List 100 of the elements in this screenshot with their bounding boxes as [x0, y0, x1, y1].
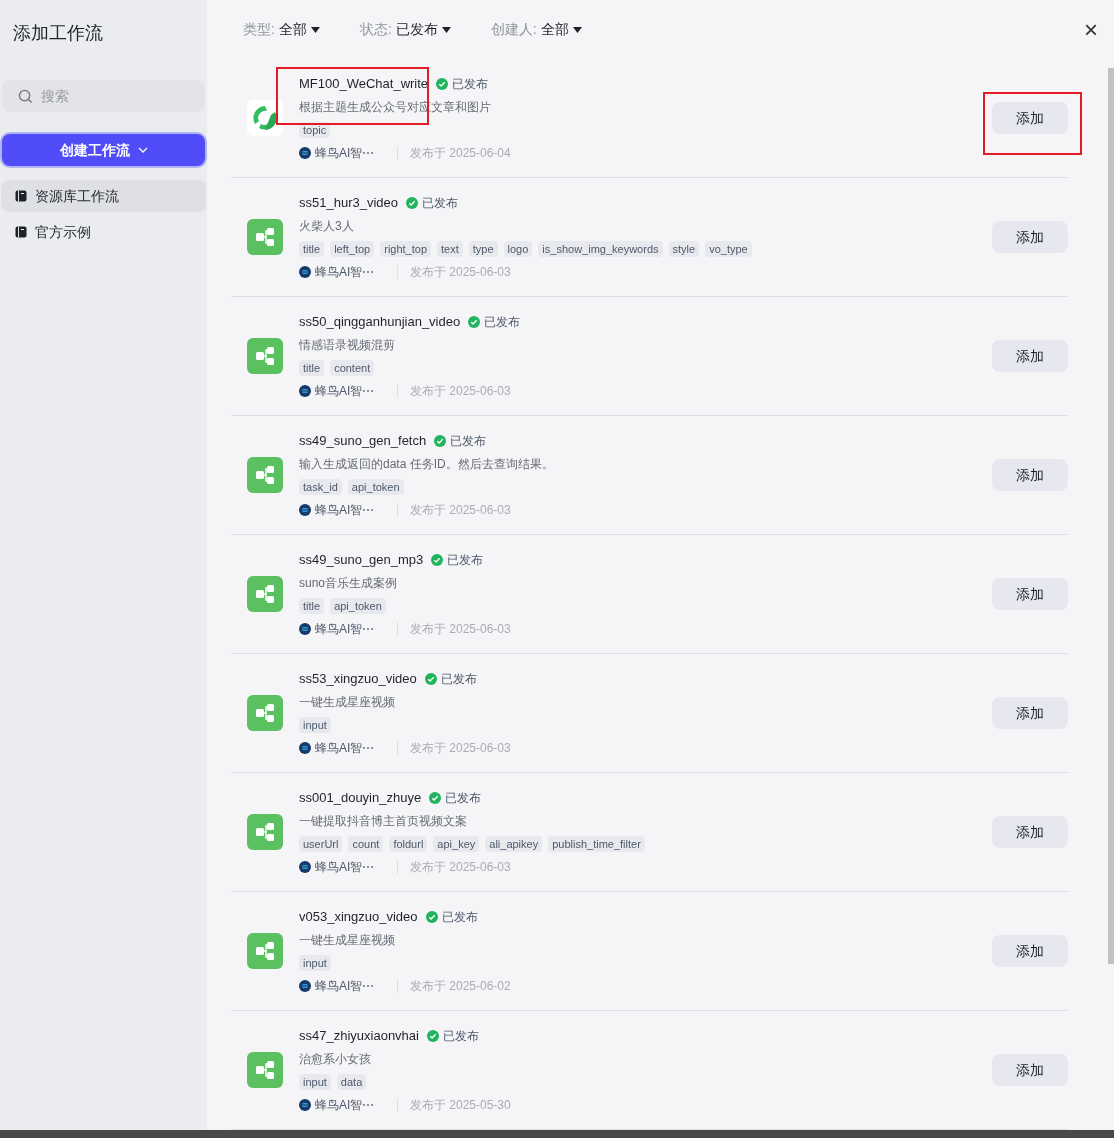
author-avatar-icon — [299, 742, 311, 754]
parameter-tag: logo — [503, 241, 533, 257]
check-circle-icon — [424, 673, 437, 685]
workflow-icon — [247, 1052, 283, 1088]
add-button[interactable]: 添加 — [992, 102, 1068, 134]
add-button[interactable]: 添加 — [992, 578, 1068, 610]
parameter-tag: left_top — [330, 241, 375, 257]
add-button[interactable]: 添加 — [992, 697, 1068, 729]
parameter-tag: api_token — [347, 479, 404, 495]
author-name: 蜂鸟AI智⋯ — [315, 978, 376, 995]
workflow-description: suno音乐生成案例 — [299, 575, 399, 592]
workflow-icon — [247, 814, 283, 850]
author-name: 蜂鸟AI智⋯ — [315, 859, 376, 876]
check-circle-icon — [468, 316, 481, 328]
parameter-tag: content — [330, 360, 375, 376]
swirl-logo-icon — [247, 100, 283, 136]
publish-date: 发布于 2025-06-04 — [410, 145, 511, 162]
add-button[interactable]: 添加 — [992, 1054, 1068, 1086]
add-button[interactable]: 添加 — [992, 459, 1068, 491]
workflow-name: ss49_suno_gen_fetch — [299, 432, 427, 450]
parameter-tag: vo_type — [705, 241, 752, 257]
parameter-tag: data — [336, 1074, 367, 1090]
check-circle-icon — [406, 197, 419, 209]
check-circle-icon — [429, 792, 442, 804]
author-avatar-icon — [299, 861, 311, 873]
workflow-icon — [247, 219, 283, 255]
parameter-tag: title — [299, 598, 325, 614]
panel-title: 添加工作流 — [12, 22, 104, 45]
book-icon — [15, 226, 27, 238]
workflow-description: 情感语录视频混剪 — [299, 337, 396, 354]
parameter-tag: style — [668, 241, 700, 257]
sidebar-item[interactable]: 官方示例 — [1, 216, 206, 248]
add-button[interactable]: 添加 — [992, 221, 1068, 253]
author-avatar-icon — [299, 266, 311, 278]
author-name: 蜂鸟AI智⋯ — [315, 145, 376, 162]
book-icon — [15, 190, 27, 202]
parameter-tag: task_id — [299, 479, 342, 495]
publish-date: 发布于 2025-06-02 — [410, 978, 511, 995]
parameter-tag: api_key — [433, 836, 480, 852]
filter-dropdown[interactable]: 状态: 已发布 — [359, 19, 451, 40]
status-label: 已发布 — [484, 314, 521, 331]
workflow-name: ss53_xingzuo_video — [299, 670, 417, 688]
publish-date: 发布于 2025-06-03 — [410, 264, 511, 281]
sidebar-item[interactable]: 资源库工作流 — [1, 180, 206, 212]
workflow-icon — [247, 457, 283, 493]
workflow-icon — [247, 338, 283, 374]
parameter-tag: ali_apikey — [485, 836, 543, 852]
status-label: 已发布 — [422, 195, 459, 212]
status-label: 已发布 — [452, 76, 489, 93]
author-avatar-icon — [299, 1099, 311, 1111]
parameter-tag: type — [468, 241, 498, 257]
filter-dropdown[interactable]: 类型: 全部 — [243, 19, 320, 40]
add-button[interactable]: 添加 — [992, 816, 1068, 848]
add-button[interactable]: 添加 — [992, 340, 1068, 372]
workflow-description: 一键提取抖音博主首页视频文案 — [299, 813, 468, 830]
author-name: 蜂鸟AI智⋯ — [315, 740, 376, 757]
workflow-name: ss47_zhiyuxiaonvhai — [299, 1027, 419, 1045]
parameter-tag: input — [299, 717, 331, 733]
publish-date: 发布于 2025-06-03 — [410, 740, 511, 757]
workflow-icon — [247, 933, 283, 969]
search-input[interactable]: 搜索 — [41, 85, 161, 107]
check-circle-icon — [434, 435, 447, 447]
parameter-tag: is_show_img_keywords — [538, 241, 663, 257]
publish-date: 发布于 2025-06-03 — [410, 621, 511, 638]
scrollbar[interactable] — [1108, 68, 1114, 964]
status-label: 已发布 — [441, 909, 478, 926]
workflow-description: 一键生成星座视频 — [299, 694, 396, 711]
author-name: 蜂鸟AI智⋯ — [315, 502, 376, 519]
status-label: 已发布 — [445, 790, 482, 807]
publish-date: 发布于 2025-06-03 — [410, 383, 511, 400]
author-avatar-icon — [299, 147, 311, 159]
check-circle-icon — [426, 1030, 439, 1042]
author-name: 蜂鸟AI智⋯ — [315, 383, 376, 400]
close-button[interactable]: × — [1084, 16, 1098, 44]
check-circle-icon — [431, 554, 444, 566]
check-circle-icon — [425, 911, 438, 923]
create-workflow-button[interactable]: 创建工作流 — [2, 134, 205, 166]
workflow-name: MF100_WeChat_write — [299, 75, 429, 93]
author-name: 蜂鸟AI智⋯ — [315, 1097, 376, 1114]
parameter-tag: input — [299, 955, 331, 971]
status-label: 已发布 — [450, 433, 487, 450]
add-button[interactable]: 添加 — [992, 935, 1068, 967]
author-avatar-icon — [299, 504, 311, 516]
author-name: 蜂鸟AI智⋯ — [315, 264, 376, 281]
parameter-tag: title — [299, 360, 325, 376]
parameter-tag: foldurl — [389, 836, 428, 852]
parameter-tag: api_token — [330, 598, 386, 614]
search-field[interactable]: 搜索 — [2, 80, 205, 112]
filter-dropdown[interactable]: 创建人: 全部 — [490, 19, 582, 40]
parameter-tag: title — [299, 241, 325, 257]
workflow-icon — [247, 576, 283, 612]
publish-date: 发布于 2025-06-03 — [410, 502, 511, 519]
workflow-name: ss50_qingganhunjian_video — [299, 313, 461, 331]
parameter-tag: input — [299, 1074, 331, 1090]
parameter-tag: right_top — [380, 241, 432, 257]
caret-down-icon — [310, 26, 320, 33]
status-label: 已发布 — [440, 671, 477, 688]
author-avatar-icon — [299, 385, 311, 397]
workflow-name: ss51_hur3_video — [299, 194, 399, 212]
publish-date: 发布于 2025-06-03 — [410, 859, 511, 876]
